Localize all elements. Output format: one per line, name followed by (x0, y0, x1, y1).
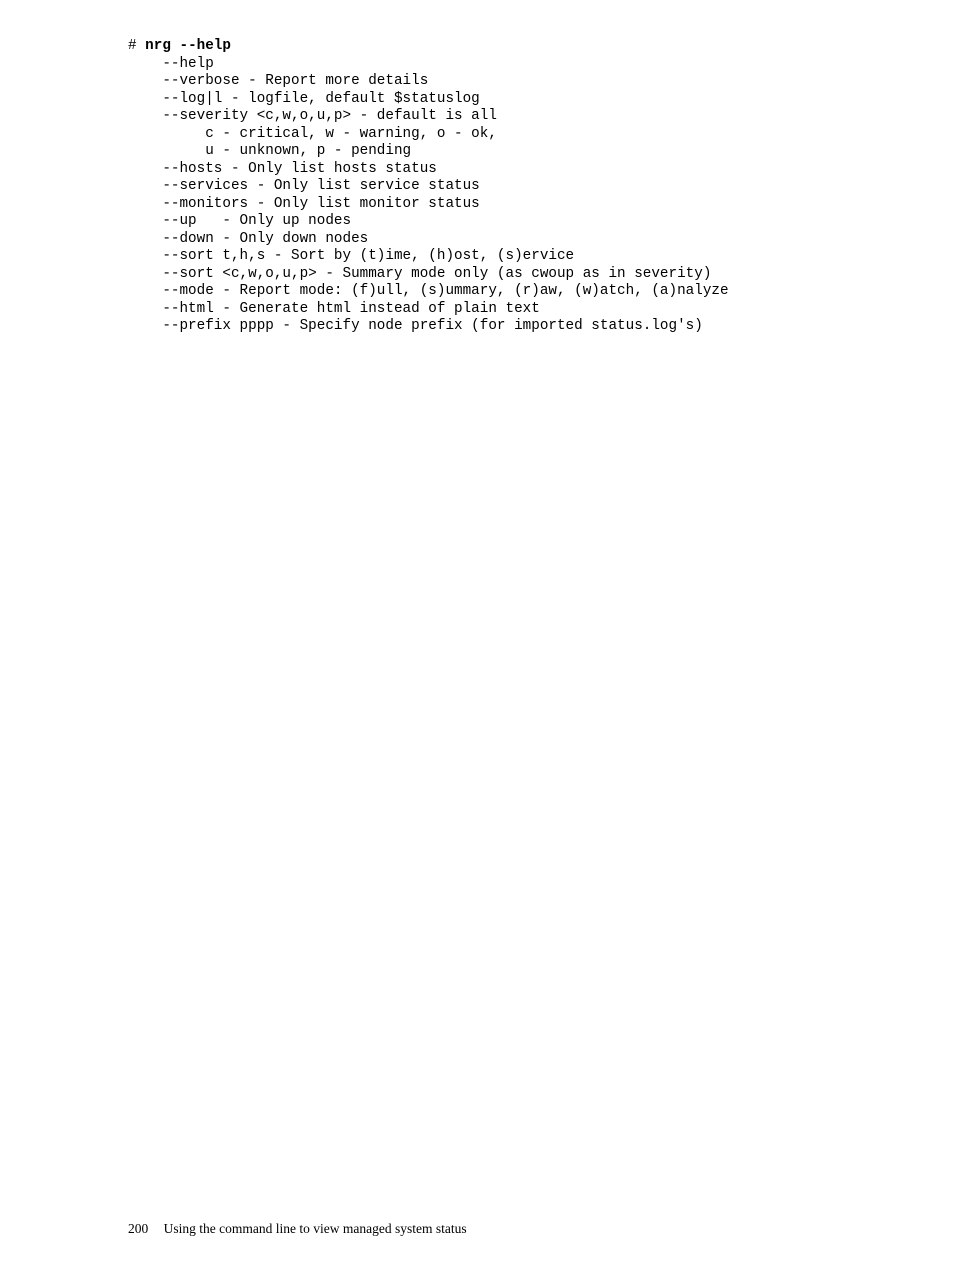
help-line: --prefix pppp - Specify node prefix (for… (128, 318, 703, 334)
page-footer: 200 Using the command line to view manag… (128, 1221, 467, 1237)
help-line: --sort t,h,s - Sort by (t)ime, (h)ost, (… (128, 248, 574, 264)
command-text: nrg --help (145, 38, 231, 54)
help-line: --html - Generate html instead of plain … (128, 301, 540, 317)
help-line: --help (128, 56, 214, 72)
page-number: 200 (128, 1221, 148, 1236)
footer-title: Using the command line to view managed s… (164, 1221, 467, 1236)
help-line: --sort <c,w,o,u,p> - Summary mode only (… (128, 266, 711, 282)
shell-prompt: # (128, 38, 145, 54)
help-line: --up - Only up nodes (128, 213, 351, 229)
help-line: u - unknown, p - pending (128, 143, 411, 159)
help-line: --down - Only down nodes (128, 231, 368, 247)
help-line: --hosts - Only list hosts status (128, 161, 437, 177)
help-line: --severity <c,w,o,u,p> - default is all (128, 108, 497, 124)
help-output-code-block: # nrg --help --help --verbose - Report m… (128, 38, 729, 336)
help-line: c - critical, w - warning, o - ok, (128, 126, 497, 142)
help-line: --mode - Report mode: (f)ull, (s)ummary,… (128, 283, 729, 299)
help-line: --monitors - Only list monitor status (128, 196, 480, 212)
help-line: --services - Only list service status (128, 178, 480, 194)
help-line: --log|l - logfile, default $statuslog (128, 91, 480, 107)
document-page: # nrg --help --help --verbose - Report m… (0, 0, 954, 1271)
help-line: --verbose - Report more details (128, 73, 428, 89)
